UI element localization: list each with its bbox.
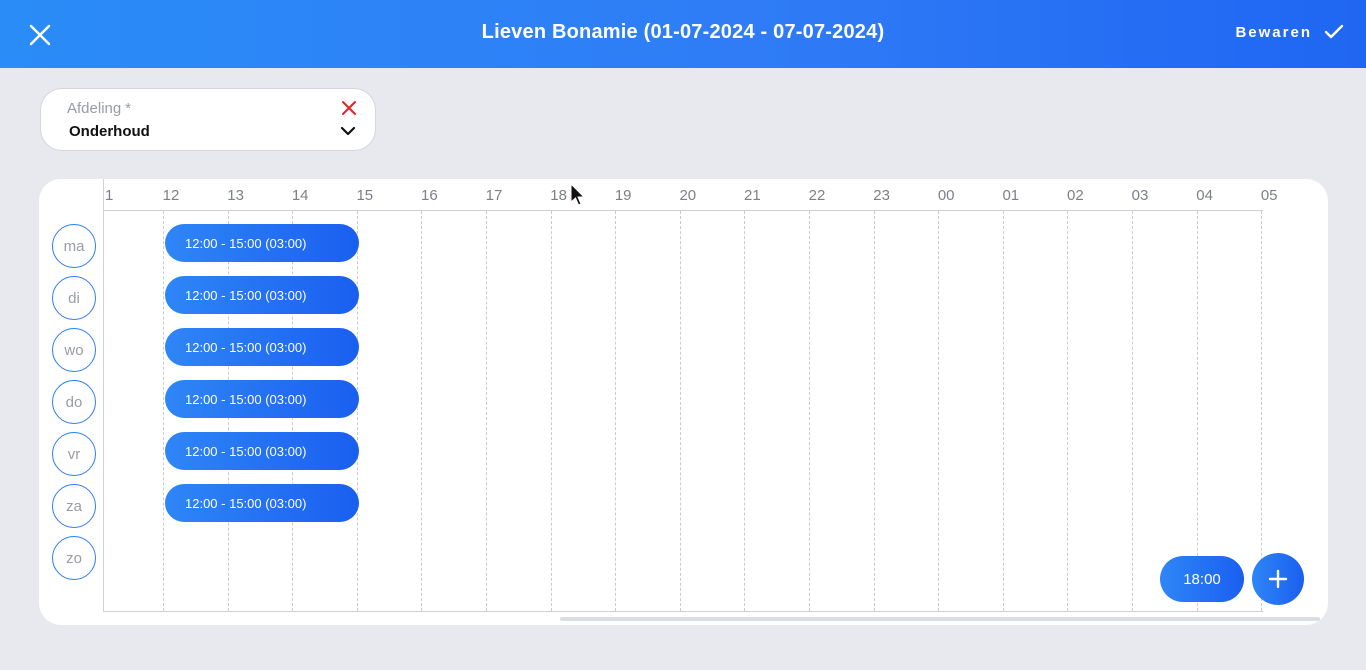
schedule-panel: 1 12 13 14 15 16 17 18 19 20 21 22 23 00 01 02 03 04 05 ma… [39, 179, 1328, 625]
add-shift-button[interactable] [1252, 553, 1304, 605]
hour-label: 16 [421, 187, 438, 204]
department-value: Onderhoud [69, 123, 150, 140]
hour-label: 04 [1196, 187, 1213, 204]
hour-gridline [873, 211, 875, 611]
hour-label: 18 [550, 187, 567, 204]
save-button-label: Bewaren [1235, 23, 1312, 41]
chevron-down-icon [340, 126, 356, 136]
hour-gridline [163, 211, 164, 611]
department-label-row: Afdeling * [67, 100, 131, 117]
clear-icon [342, 101, 356, 115]
hour-label: 23 [873, 187, 890, 204]
time-pill-button[interactable]: 18:00 [1160, 556, 1244, 602]
shift-block[interactable]: 12:00 - 15:00 (03:00) [165, 432, 359, 470]
hour-gridline [615, 211, 617, 611]
day-button-ma[interactable]: ma [52, 224, 96, 268]
hour-label: 22 [808, 187, 826, 204]
hour-label: 21 [744, 187, 761, 204]
hour-label: 17 [485, 187, 503, 204]
hour-gridline [1196, 211, 1198, 611]
hour-label: 03 [1131, 187, 1149, 204]
hour-gridline [1132, 211, 1133, 611]
department-select[interactable]: Afdeling * Onderhoud [40, 88, 376, 151]
shift-block[interactable]: 12:00 - 15:00 (03:00) [165, 224, 359, 262]
day-button-do[interactable]: do [52, 380, 96, 424]
hour-label: 05 [1260, 187, 1278, 204]
day-button-zo[interactable]: zo [52, 536, 96, 580]
shift-block[interactable]: 12:00 - 15:00 (03:00) [165, 328, 359, 366]
hour-gridline [809, 211, 810, 611]
hour-label: 19 [614, 187, 632, 204]
shift-block[interactable]: 12:00 - 15:00 (03:00) [165, 276, 359, 314]
day-button-wo[interactable]: wo [52, 328, 96, 372]
hour-gridline [1002, 211, 1004, 611]
shift-block[interactable]: 12:00 - 15:00 (03:00) [165, 380, 359, 418]
day-button-di[interactable]: di [52, 276, 96, 320]
top-bar: Lieven Bonamie (01-07-2024 - 07-07-2024)… [0, 0, 1366, 68]
hour-gridline [421, 211, 423, 611]
timeline-bottom-divider [103, 611, 1263, 612]
department-label: Afdeling [67, 100, 122, 117]
hour-label: 20 [679, 187, 697, 204]
hour-gridline [550, 211, 552, 611]
department-dropdown-toggle[interactable] [340, 124, 356, 136]
hour-gridline [938, 211, 940, 611]
timeline-header-divider [103, 210, 1263, 211]
hour-label: 01 [1002, 187, 1020, 204]
hour-label: 13 [227, 187, 244, 204]
hour-label: 12 [162, 187, 180, 204]
horizontal-scrollbar[interactable] [560, 617, 1320, 621]
hour-label: 00 [937, 187, 955, 204]
shift-block[interactable]: 12:00 - 15:00 (03:00) [165, 484, 359, 522]
day-button-za[interactable]: za [52, 484, 96, 528]
save-button[interactable]: Bewaren [1235, 21, 1344, 43]
clear-department-button[interactable] [341, 100, 357, 116]
hour-label: 02 [1067, 187, 1084, 204]
plus-icon [1268, 569, 1288, 589]
hour-gridline [1261, 211, 1263, 611]
day-button-vr[interactable]: vr [52, 432, 96, 476]
required-marker: * [125, 100, 132, 117]
hour-gridline [356, 211, 358, 611]
hour-gridline [744, 211, 746, 611]
hour-label: 1 [105, 187, 114, 204]
hour-gridline [679, 211, 681, 611]
hour-label: 15 [356, 187, 374, 204]
check-icon [1324, 24, 1344, 39]
hour-label: 14 [291, 187, 309, 204]
hour-gridline [486, 211, 487, 611]
page-title: Lieven Bonamie (01-07-2024 - 07-07-2024) [481, 21, 885, 43]
hour-gridline [1067, 211, 1069, 611]
